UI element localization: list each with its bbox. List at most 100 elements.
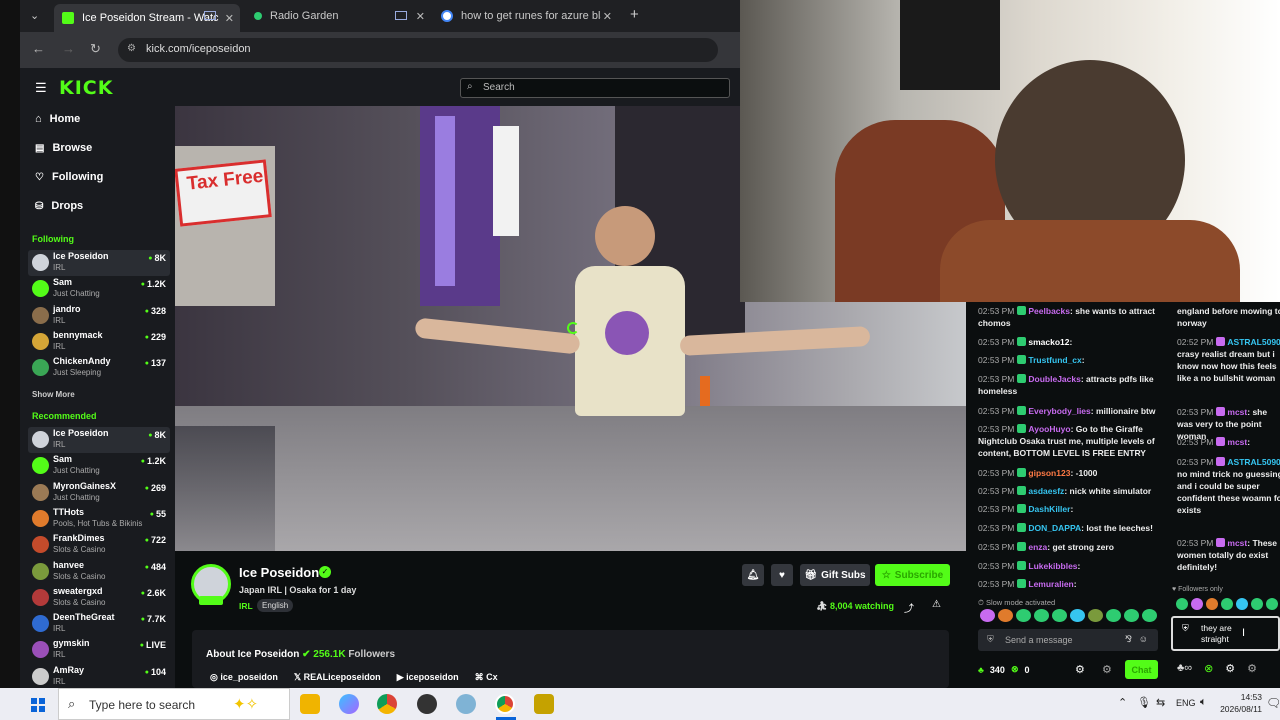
- search-input[interactable]: ⌕ Search: [460, 78, 730, 98]
- game-icon[interactable]: [534, 694, 554, 714]
- message-user[interactable]: smacko12: [1028, 337, 1069, 347]
- chrome-profile-icon[interactable]: [495, 694, 515, 714]
- close-tab-icon[interactable]: ✕: [603, 10, 612, 23]
- close-tab-icon[interactable]: ✕: [416, 10, 425, 23]
- category-link[interactable]: IRL: [239, 601, 253, 611]
- copilot-icon[interactable]: [339, 694, 359, 714]
- message-user[interactable]: mcst: [1227, 407, 1247, 417]
- social-link[interactable]: 𝕏 REALiceposeidon: [294, 672, 381, 683]
- emote-icon[interactable]: [1052, 609, 1067, 622]
- chat-input-secondary[interactable]: ⛨ they are straight I: [1171, 616, 1280, 651]
- sidebar-channel[interactable]: bennymackIRL 229: [28, 329, 170, 355]
- moderation-icon[interactable]: ⚙: [1102, 663, 1112, 676]
- emote-icon[interactable]: [1142, 609, 1157, 622]
- sidebar-channel[interactable]: FrankDimesSlots & Casino 722: [28, 532, 170, 558]
- nav-following[interactable]: ♡ Following: [35, 171, 103, 183]
- emote-icon[interactable]: [998, 609, 1013, 622]
- clock[interactable]: 14:53 2026/08/11: [1210, 691, 1262, 715]
- close-tab-icon[interactable]: ✕: [225, 12, 234, 25]
- sidebar-channel[interactable]: gymskinIRL LIVE: [28, 637, 170, 663]
- emote-icon[interactable]: [1191, 598, 1203, 610]
- obs-icon[interactable]: [417, 694, 437, 714]
- message-user[interactable]: DON_DAPPA: [1028, 523, 1081, 533]
- follow-button[interactable]: ♥: [771, 564, 793, 586]
- nav-browse[interactable]: ▤ Browse: [35, 142, 92, 154]
- emote-icon[interactable]: [980, 609, 995, 622]
- emote-icon[interactable]: [1106, 609, 1121, 622]
- emote-icon[interactable]: [1236, 598, 1248, 610]
- message-user[interactable]: ASTRAL5090: [1227, 457, 1280, 467]
- emote-icon[interactable]: [1016, 609, 1031, 622]
- message-user[interactable]: asdaesfz: [1028, 486, 1064, 496]
- chat-input[interactable]: ⛨ Send a message ⅋ ☺: [978, 629, 1158, 651]
- notifications-button[interactable]: 🔔︎: [742, 564, 764, 586]
- message-user[interactable]: Trustfund_cx: [1028, 355, 1081, 365]
- sidebar-channel[interactable]: DeenTheGreatIRL 7.7K: [28, 611, 170, 637]
- moderation-icon[interactable]: ⚙: [1247, 662, 1257, 675]
- emote-icon[interactable]: [1124, 609, 1139, 622]
- sidebar-channel[interactable]: AmRayIRL 104: [28, 664, 170, 690]
- kick-logo[interactable]: KICK: [59, 77, 113, 99]
- sidebar-channel[interactable]: TTHotsPools, Hot Tubs & Bikinis 55: [28, 506, 170, 532]
- nav-home[interactable]: ⌂ Home: [35, 113, 80, 125]
- site-info-icon[interactable]: ⚙: [127, 43, 136, 54]
- show-hidden-icons-icon[interactable]: ⌃: [1118, 696, 1127, 709]
- language-indicator[interactable]: ENG: [1176, 698, 1196, 708]
- sidebar-channel[interactable]: ChickenAndyJust Sleeping 137: [28, 355, 170, 381]
- sidebar-channel[interactable]: hanveeSlots & Casino 484: [28, 559, 170, 585]
- emote-icon[interactable]: [1266, 598, 1278, 610]
- network-icon[interactable]: ⇆: [1156, 696, 1165, 709]
- social-link[interactable]: ◎ ice_poseidon: [210, 672, 278, 683]
- message-user[interactable]: enza: [1028, 542, 1047, 552]
- chat-send-button[interactable]: Chat: [1125, 660, 1158, 679]
- emote-icon[interactable]: [1176, 598, 1188, 610]
- sidebar-channel[interactable]: MyronGainesXJust Chatting 269: [28, 480, 170, 506]
- report-icon[interactable]: ⚠: [932, 599, 941, 610]
- message-user[interactable]: Peelbacks: [1028, 306, 1070, 316]
- emote-icon[interactable]: [1251, 598, 1263, 610]
- nav-drops[interactable]: ⛁ Drops: [35, 200, 83, 212]
- message-user[interactable]: AyooHuyo: [1028, 424, 1070, 434]
- message-user[interactable]: mcst: [1227, 538, 1247, 548]
- notifications-icon[interactable]: 🗨︎: [1266, 696, 1280, 710]
- emote-icon[interactable]: [1088, 609, 1103, 622]
- reload-icon[interactable]: ↻: [90, 41, 101, 57]
- windows-start-icon[interactable]: [31, 698, 45, 712]
- sidebar-channel[interactable]: SamJust Chatting 1.2K: [28, 453, 170, 479]
- share-icon[interactable]: ⤴: [904, 600, 914, 615]
- tab-google[interactable]: how to get runes for azure blad ✕: [433, 4, 618, 28]
- message-user[interactable]: Lukekibbles: [1028, 561, 1077, 571]
- taskbar-search-input[interactable]: ⌕ Type here to search ✦✧: [58, 688, 290, 720]
- gift-subs-button[interactable]: 🎁︎ Gift Subs: [800, 564, 870, 586]
- emote-icon[interactable]: [1221, 598, 1233, 610]
- subscribe-button[interactable]: ☆ Subscribe: [875, 564, 950, 586]
- message-user[interactable]: Everybody_lies: [1028, 406, 1090, 416]
- url-field[interactable]: ⚙ kick.com/iceposeidon: [118, 38, 718, 62]
- emoji-icon[interactable]: ☺: [1139, 634, 1148, 644]
- slash-command-icon[interactable]: ⅋: [1125, 634, 1132, 645]
- settings-icon[interactable]: ⚙: [1225, 662, 1235, 675]
- message-user[interactable]: DashKiller: [1028, 504, 1070, 514]
- social-link[interactable]: ⌘ Cx: [475, 672, 498, 683]
- tab-radio-garden[interactable]: Radio Garden ✕: [246, 4, 431, 28]
- chrome-icon[interactable]: [377, 694, 397, 714]
- streamer-name[interactable]: Ice Poseidon: [239, 565, 319, 580]
- sidebar-channel[interactable]: SamJust Chatting 1.2K: [28, 276, 170, 302]
- tab-kick[interactable]: Ice Poseidon Stream - Watc ✕: [54, 4, 240, 32]
- message-user[interactable]: mcst: [1227, 437, 1247, 447]
- sidebar-channel[interactable]: jandroIRL 328: [28, 303, 170, 329]
- emote-icon[interactable]: [1206, 598, 1218, 610]
- kicks-icon[interactable]: ⊗: [1204, 662, 1213, 675]
- message-user[interactable]: Lemuralien: [1028, 579, 1073, 589]
- sidebar-channel[interactable]: sweatergxdSlots & Casino 2.6K: [28, 585, 170, 611]
- menu-icon[interactable]: ☰: [35, 80, 47, 96]
- sidebar-channel[interactable]: Ice Poseidon IRL 8K: [28, 250, 170, 276]
- file-explorer-icon[interactable]: [300, 694, 320, 714]
- forward-icon[interactable]: →: [62, 41, 75, 56]
- tab-list-chevron-icon[interactable]: ⌄: [30, 9, 39, 22]
- emote-icon[interactable]: [1070, 609, 1085, 622]
- snipping-tool-icon[interactable]: [456, 694, 476, 714]
- microphone-icon[interactable]: 🎙︎: [1137, 696, 1151, 709]
- show-more-link[interactable]: Show More: [32, 390, 75, 399]
- new-tab-icon[interactable]: +: [630, 6, 639, 23]
